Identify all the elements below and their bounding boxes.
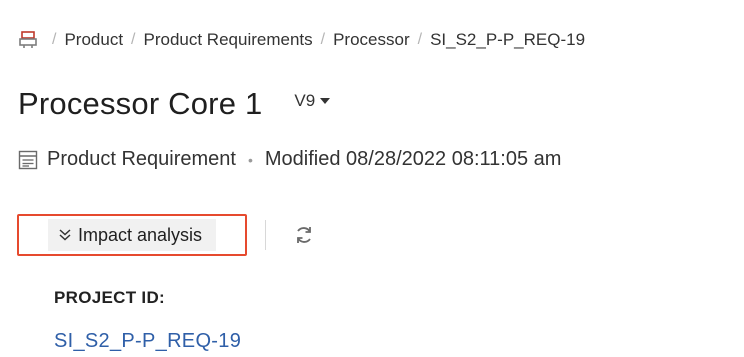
breadcrumb-separator: / xyxy=(417,31,423,48)
refresh-icon[interactable] xyxy=(293,224,315,246)
breadcrumb-item-current: SI_S2_P-P_REQ-19 xyxy=(430,30,586,49)
breadcrumb-separator: / xyxy=(131,31,136,48)
artifact-meta: Product Requirement • Modified 08/28/202… xyxy=(18,148,561,171)
toolbar-divider xyxy=(265,220,266,250)
breadcrumb-item-product-requirements[interactable]: Product Requirements xyxy=(144,30,313,50)
meta-separator: • xyxy=(247,151,253,168)
project-id-label: PROJECT ID: xyxy=(54,288,165,307)
breadcrumb-item-product[interactable]: Product xyxy=(64,30,123,50)
version-dropdown[interactable]: V9 xyxy=(294,91,331,111)
modified-timestamp: Modified 08/28/2022 08:11:05 am xyxy=(264,148,562,170)
breadcrumb-separator: / xyxy=(52,31,57,48)
impact-analysis-label: Impact analysis xyxy=(77,224,203,245)
breadcrumb-item-processor[interactable]: Processor xyxy=(333,30,410,50)
project-id-link[interactable]: SI_S2_P-P_REQ-19 xyxy=(54,330,241,353)
page-title: Processor Core 1 xyxy=(18,86,263,121)
version-label: V9 xyxy=(294,91,316,110)
caret-down-icon xyxy=(320,98,331,104)
impact-analysis-button[interactable]: Impact analysis xyxy=(17,214,247,256)
home-icon[interactable] xyxy=(18,30,38,50)
breadcrumb-separator: / xyxy=(320,31,326,48)
title-row: Processor Core 1 V9 xyxy=(18,86,331,122)
breadcrumb: / Product / Product Requirements / Proce… xyxy=(18,28,585,52)
artifact-page: / Product / Product Requirements / Proce… xyxy=(0,0,744,357)
artifact-type: Product Requirement xyxy=(47,148,236,170)
requirement-document-icon xyxy=(18,150,38,169)
double-chevron-down-icon xyxy=(59,229,71,241)
impact-analysis-button-body: Impact analysis xyxy=(47,219,217,251)
